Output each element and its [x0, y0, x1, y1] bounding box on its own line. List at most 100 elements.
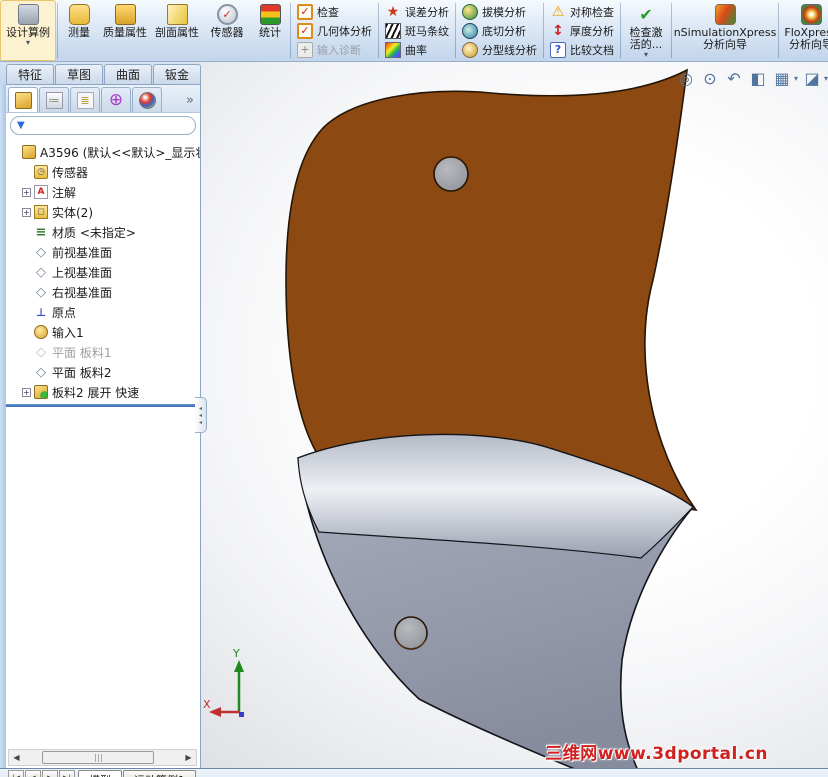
check-button[interactable]: 检查 — [294, 2, 375, 21]
measure-button[interactable]: 测量 — [59, 0, 99, 61]
floxpress-button[interactable]: FloXpress 分析向导 — [780, 0, 828, 61]
prev-study-button[interactable]: ◀ — [25, 770, 41, 777]
undercut-analysis-button[interactable]: 底切分析 — [459, 21, 540, 40]
doc-tab-model[interactable]: 模型 — [78, 770, 122, 777]
toolbar-separator — [671, 3, 672, 58]
simulationxpress-button[interactable]: nSimulationXpress 分析向导 — [673, 0, 777, 61]
curvature-icon — [385, 41, 401, 58]
panel-splitter[interactable] — [6, 404, 200, 407]
expand-toggle[interactable]: + — [22, 207, 31, 217]
zebra-stripes-button[interactable]: 斑马条纹 — [382, 21, 452, 40]
tree-item-plane-sheet2[interactable]: 平面 板料2 — [6, 362, 200, 382]
zebra-stripes-icon — [385, 22, 401, 39]
triad-y-label: Y — [232, 647, 240, 660]
sensors-label: 传感器 — [210, 26, 244, 39]
dropdown-caret-icon: ▾ — [643, 50, 648, 59]
scroll-thumb[interactable] — [42, 751, 154, 764]
tree-item-right-plane[interactable]: 右视基准面 — [6, 282, 200, 302]
headsup-view-toolbar: ◎ ⊙ ↶ ◧ ▦ ▾ ◪ ▾ — [675, 67, 828, 89]
geometry-analysis-icon — [297, 22, 313, 39]
tree-item-label: 平面 板料1 — [52, 345, 112, 360]
toolbar-group: 误差分析斑马条纹曲率 — [380, 0, 454, 61]
symmetry-check-button[interactable]: 对称检查 — [547, 2, 617, 21]
panel-tab-displaymanager[interactable] — [132, 87, 162, 112]
material-icon — [34, 225, 48, 239]
import-diagnostics-icon — [297, 41, 313, 58]
sensors-button[interactable]: 传感器 — [203, 0, 251, 61]
scroll-right-arrow[interactable]: ▶ — [181, 750, 196, 765]
doc-tab-motion-study-1[interactable]: 运动算例1 — [123, 770, 196, 777]
annotations-icon — [34, 185, 48, 199]
toolbar-separator — [543, 3, 544, 58]
view-orientation-caret-icon[interactable]: ▾ — [794, 74, 798, 83]
tree-item-top-plane[interactable]: 上视基准面 — [6, 262, 200, 282]
featuremanager-icon — [14, 91, 32, 109]
tree-item-root[interactable]: A3596 (默认<<默认>_显示状... — [6, 142, 200, 162]
mass-properties-button[interactable]: 质量属性 — [99, 0, 151, 61]
expand-toggle[interactable]: + — [22, 387, 31, 397]
panel-tab-dimxpertmanager[interactable] — [101, 87, 131, 112]
tree-item-imported1[interactable]: 输入1 — [6, 322, 200, 342]
tree-item-solid-bodies[interactable]: + 实体(2) — [6, 202, 200, 222]
measure-icon — [68, 4, 90, 25]
section-properties-button[interactable]: 剖面属性 — [151, 0, 203, 61]
curvature-button[interactable]: 曲率 — [382, 40, 452, 59]
tab-sketch[interactable]: 草图 — [55, 64, 104, 84]
design-study-button[interactable]: 设计算例 ▾ — [0, 0, 56, 61]
display-style-caret-icon[interactable]: ▾ — [824, 74, 828, 83]
view-orientation-button[interactable]: ▦ — [771, 67, 793, 89]
expand-toggle[interactable]: + — [22, 187, 31, 197]
tree-item-sheet2-flatten[interactable]: + 板料2 展开 快速 — [6, 382, 200, 402]
compare-documents-button[interactable]: 比较文档 — [547, 40, 617, 59]
check-active-button[interactable]: 检查激活的...▾ — [622, 0, 670, 61]
tree-item-label: 板料2 展开 快速 — [52, 385, 140, 400]
design-study-icon — [17, 4, 39, 25]
zoom-area-button[interactable]: ⊙ — [699, 67, 721, 89]
deviation-analysis-button[interactable]: 误差分析 — [382, 2, 452, 21]
geometry-analysis-button[interactable]: 几何体分析 — [294, 21, 375, 40]
toolbar-group: 检查几何体分析输入诊断 — [292, 0, 377, 61]
parting-line-analysis-button[interactable]: 分型线分析 — [459, 40, 540, 59]
tree-item-origin[interactable]: 原点 — [6, 302, 200, 322]
solidworks-window: 设计算例▾测量质量属性剖面属性传感器统计检查几何体分析输入诊断误差分析斑马条纹曲… — [0, 0, 828, 777]
collapse-arrow-icon: ◂ — [198, 411, 202, 419]
panel-hscrollbar[interactable]: ◀ ▶ — [8, 749, 197, 766]
tree-item-sensors[interactable]: 传感器 — [6, 162, 200, 182]
toolbar-group: FloXpress 分析向导 — [780, 0, 828, 61]
statistics-button[interactable]: 统计 — [251, 0, 289, 61]
tab-sheet-metal[interactable]: 钣金 — [153, 64, 202, 84]
tree-item-label: 实体(2) — [52, 205, 93, 220]
hole-top[interactable] — [433, 156, 469, 192]
draft-analysis-button[interactable]: 拔模分析 — [459, 2, 540, 21]
tree-item-material[interactable]: 材质 <未指定> — [6, 222, 200, 242]
thickness-analysis-button[interactable]: 厚度分析 — [547, 21, 617, 40]
section-view-button[interactable]: ◧ — [747, 67, 769, 89]
check-label: 检查 — [317, 5, 339, 19]
displaymanager-icon — [138, 91, 156, 109]
last-study-button[interactable]: ▶| — [59, 770, 75, 777]
previous-view-button[interactable]: ↶ — [723, 67, 745, 89]
panel-collapse-handle[interactable]: ◂ ◂ ◂ — [195, 397, 207, 433]
deviation-analysis-icon — [385, 4, 401, 20]
viewport[interactable]: Y X ◎ ⊙ ↶ ◧ ▦ ▾ ◪ ▾ 三维网www.3dportal.cn — [201, 62, 828, 768]
next-study-button[interactable]: ▶ — [42, 770, 58, 777]
first-study-button[interactable]: |◀ — [8, 770, 24, 777]
tree-item-front-plane[interactable]: 前视基准面 — [6, 242, 200, 262]
triad-x-label: X — [203, 698, 211, 711]
panel-tab-configurationmanager[interactable] — [70, 87, 100, 112]
zoom-fit-button[interactable]: ◎ — [675, 67, 697, 89]
filter-input[interactable] — [28, 119, 189, 132]
sensors-icon — [216, 4, 238, 25]
tree-item-label: A3596 (默认<<默认>_显示状... — [40, 145, 200, 160]
tree-item-annotations[interactable]: + 注解 — [6, 182, 200, 202]
scroll-left-arrow[interactable]: ◀ — [9, 750, 24, 765]
tab-surfaces[interactable]: 曲面 — [104, 64, 153, 84]
tab-features[interactable]: 特征 — [6, 64, 55, 84]
display-style-button[interactable]: ◪ — [801, 67, 823, 89]
tree-item-plane-sheet1[interactable]: 平面 板料1 — [6, 342, 200, 362]
panel-tab-featuremanager[interactable] — [8, 87, 38, 112]
tree-item-label: 传感器 — [52, 165, 89, 180]
panel-tab-propertymanager[interactable] — [39, 87, 69, 112]
panel-tabs-overflow[interactable]: » — [186, 93, 198, 112]
origin-icon — [34, 305, 48, 319]
